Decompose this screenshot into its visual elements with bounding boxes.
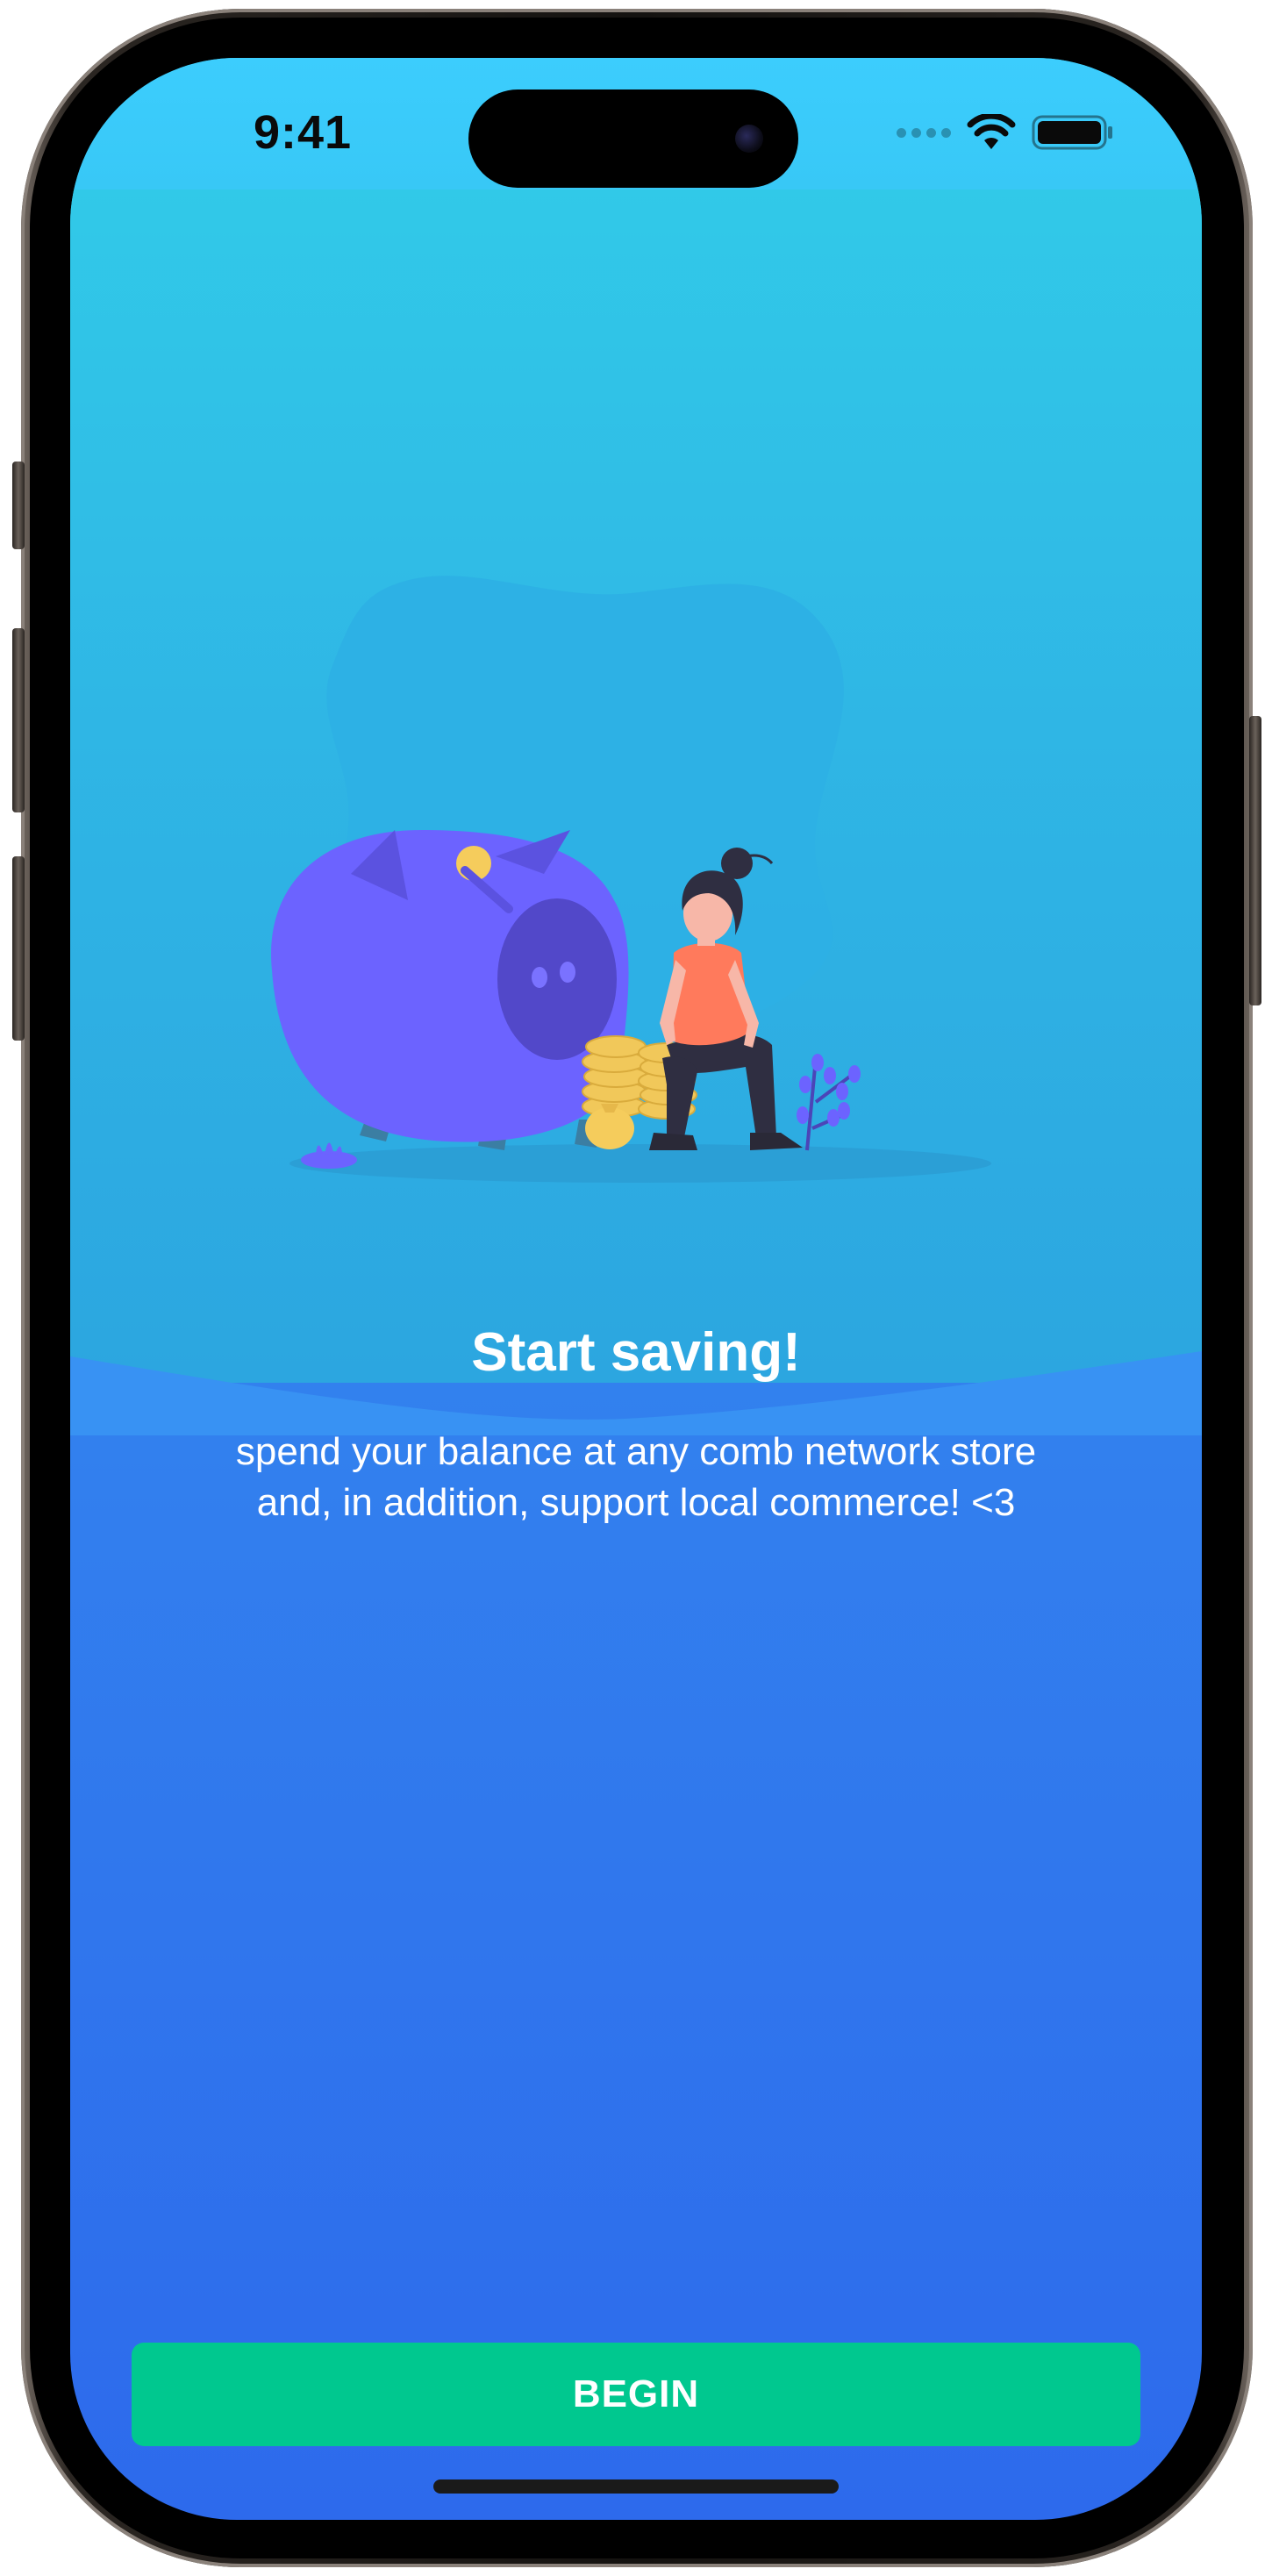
piggy-nostril-right — [560, 962, 575, 983]
plant-right — [797, 1054, 861, 1151]
battery-icon — [1032, 115, 1112, 150]
piggy-bank-savings-illustration — [271, 576, 991, 1183]
camera-icon — [735, 125, 763, 153]
status-time: 9:41 — [253, 106, 353, 159]
ground-shadow — [289, 1144, 991, 1183]
volume-up-button — [12, 628, 25, 812]
cellular-signal-icon — [897, 127, 951, 138]
onboarding-description: spend your balance at any comb network s… — [235, 1430, 1037, 1524]
mute-switch — [12, 462, 25, 549]
piggy-nostril-left — [532, 967, 547, 988]
wifi-icon — [967, 114, 1016, 149]
home-indicator[interactable] — [433, 2479, 839, 2494]
dynamic-island — [468, 89, 798, 188]
volume-down-button — [12, 856, 25, 1041]
power-button — [1249, 716, 1261, 1005]
small-plant-left — [301, 1142, 357, 1169]
begin-button[interactable]: BEGIN — [132, 2343, 1140, 2446]
piggy-snout — [497, 898, 617, 1060]
app-screen: 9:41 Start saving! spend your balance at… — [70, 58, 1202, 2520]
onboarding-title: Start saving! — [471, 1322, 801, 1383]
status-icons — [897, 111, 1114, 154]
